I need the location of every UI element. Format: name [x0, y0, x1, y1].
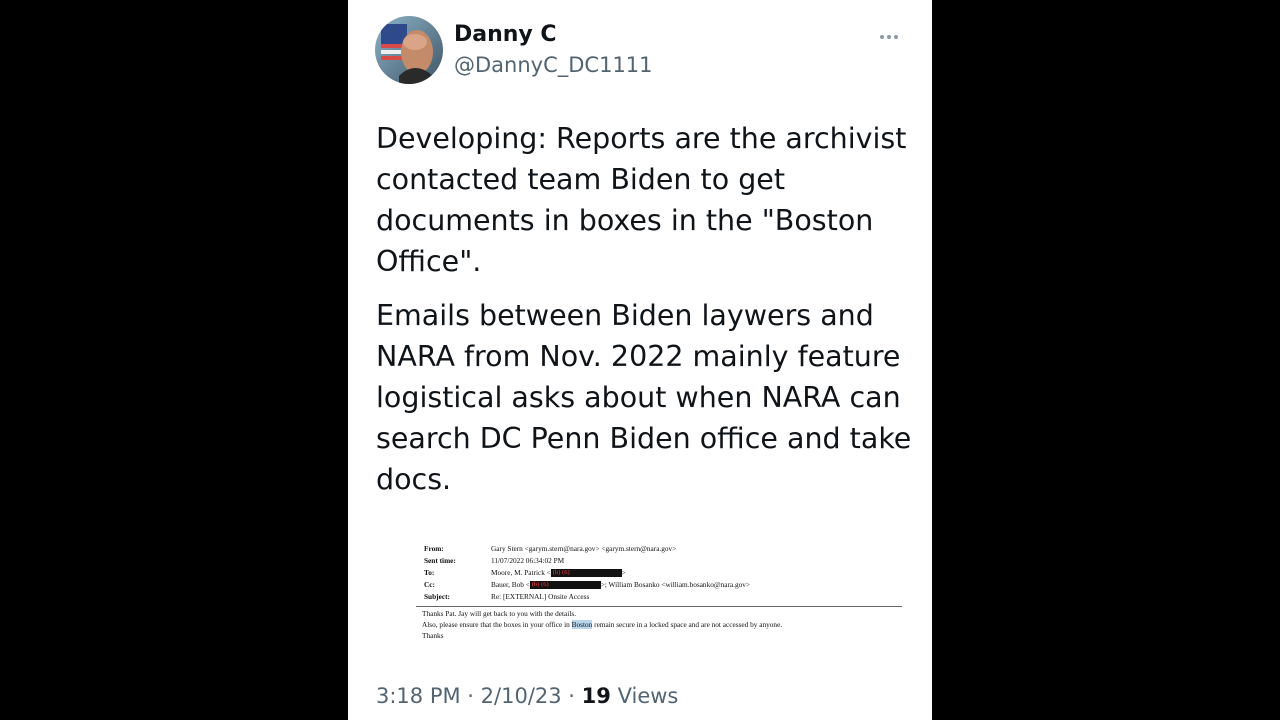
- more-options-icon: [880, 35, 898, 39]
- email-cc-label: Cc:: [424, 580, 435, 589]
- email-body-text: remain secure in a locked space and are …: [592, 620, 783, 629]
- tweet-paragraph: Emails between Biden laywers and NARA fr…: [376, 299, 912, 496]
- author-name[interactable]: Danny C: [454, 22, 557, 47]
- email-body-line: Thanks: [422, 631, 444, 640]
- email-from-value: Gary Stern <garym.stern@nara.gov> <garym…: [491, 544, 677, 553]
- email-to-value: Moore, M. Patrick < (b) (6) >: [491, 567, 626, 578]
- email-sent-value: 11/07/2022 06:34:02 PM: [491, 556, 565, 565]
- author-handle[interactable]: @DannyC_DC1111: [454, 53, 653, 77]
- attached-email-image[interactable]: From: Gary Stern <garym.stern@nara.gov> …: [416, 540, 916, 650]
- email-divider: [416, 606, 902, 607]
- tweet-meta: 3:18 PM · 2/10/23 · 19 Views: [376, 684, 678, 708]
- highlighted-word: Boston: [571, 620, 593, 629]
- email-body-text: Also, please ensure that the boxes in yo…: [422, 620, 572, 629]
- redaction-label: (b) (6): [552, 569, 570, 577]
- meta-separator: ·: [460, 684, 481, 708]
- tweet-card: Danny C @DannyC_DC1111 Developing: Repor…: [348, 0, 932, 720]
- more-options-button[interactable]: [874, 24, 904, 48]
- tweet-date[interactable]: 2/10/23: [481, 684, 562, 708]
- email-to-suffix: >: [621, 568, 626, 577]
- tweet-text: Developing: Reports are the archivist co…: [376, 118, 916, 500]
- email-cc-value: Bauer, Bob < (b) (6) >; William Bosanko <w…: [491, 579, 750, 590]
- email-body: Thanks Pat. Jay will get back to you wit…: [422, 608, 912, 641]
- email-to-label: To:: [424, 568, 435, 577]
- profile-photo-icon: [375, 16, 443, 84]
- email-body-line: Thanks Pat. Jay will get back to you wit…: [422, 609, 577, 618]
- email-cc-name: Bauer, Bob <: [491, 580, 530, 589]
- avatar[interactable]: [375, 16, 443, 84]
- views-count: 19: [581, 684, 611, 708]
- tweet-paragraph: Developing: Reports are the archivist co…: [376, 122, 907, 278]
- redaction-box: (b) (6): [529, 581, 601, 590]
- meta-separator: ·: [561, 684, 582, 708]
- email-subject-label: Subject:: [424, 592, 450, 601]
- email-cc-suffix: >; William Bosanko <william.bosanko@nara…: [600, 580, 751, 589]
- email-body-line: Also, please ensure that the boxes in yo…: [422, 619, 912, 630]
- email-subject-value: Re: [EXTERNAL] Onsite Access: [491, 592, 590, 601]
- redaction-box: (b) (6): [550, 569, 622, 578]
- tweet-time[interactable]: 3:18 PM: [376, 684, 461, 708]
- email-from-label: From:: [424, 544, 444, 553]
- email-sent-label: Sent time:: [424, 556, 456, 565]
- redaction-label: (b) (6): [531, 581, 549, 589]
- email-to-name: Moore, M. Patrick <: [491, 568, 551, 577]
- views-label: Views: [617, 684, 679, 708]
